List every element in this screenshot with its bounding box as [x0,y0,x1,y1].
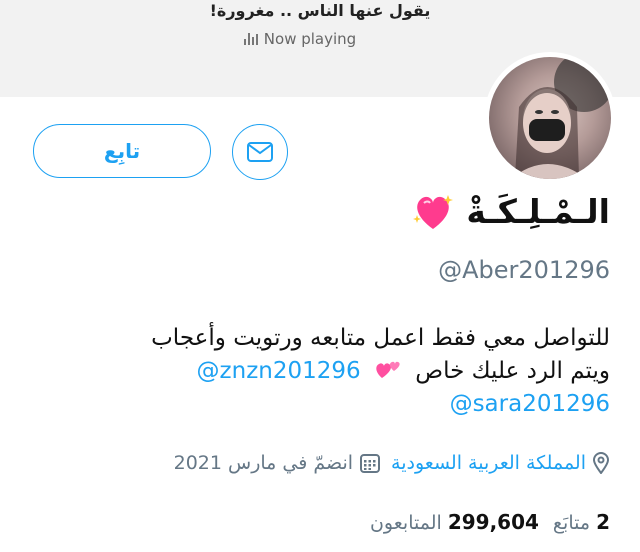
followers-stat[interactable]: 299,604 المتابعون [370,510,539,534]
profile-display-name: الـمْـلِـكَـةْ [412,192,610,231]
bio-line-2-text: ويتم الرد عليك خاص [415,358,610,384]
now-playing-title: يقول عنها الناس .. مغرورة! [209,1,431,20]
avatar[interactable] [484,52,616,184]
following-count: 2 [596,510,610,534]
profile-location: المملكة العربية السعودية [391,452,610,474]
display-name-text: الـمْـلِـكَـةْ [466,192,610,231]
follow-button[interactable]: تابِع [33,124,211,178]
bio-mention-link[interactable]: @znzn201296 [197,358,361,384]
location-pin-icon [592,452,610,474]
location-text[interactable]: المملكة العربية السعودية [391,452,586,474]
audio-bars-icon [243,33,258,45]
bio-line-3: @sara201296 [50,388,610,421]
bio-mention-link[interactable]: @sara201296 [450,391,610,417]
now-playing-indicator: Now playing [0,30,600,48]
envelope-icon [247,142,273,162]
followers-label: المتابعون [369,512,442,534]
sparkling-heart-icon [413,194,454,229]
bio-line-1: للتواصل معي فقط اعمل متابعه ورتويت وأعجا… [151,325,610,351]
following-label: متابَع [552,512,591,534]
following-stat[interactable]: 2 متابَع [553,510,610,534]
calendar-icon [360,454,381,473]
profile-bio: للتواصل معي فقط اعمل متابعه ورتويت وأعجا… [50,322,610,421]
message-button[interactable] [232,124,288,180]
avatar-image [489,57,611,179]
bio-line-2: ويتم الرد عليك خاص @znzn201296 [50,355,610,388]
join-date-text: انضمّ في مارس 2021 [173,452,354,474]
profile-handle: @Aber201296 [438,256,610,284]
profile-meta: المملكة العربية السعودية انضمّ في مارس 2… [174,452,610,474]
two-hearts-icon [376,361,400,378]
profile-stats: 2 متابَع 299,604 المتابعون [370,510,610,534]
now-playing-label: Now playing [263,30,357,48]
followers-count: 299,604 [447,510,539,534]
profile-join-date: انضمّ في مارس 2021 [174,452,381,474]
